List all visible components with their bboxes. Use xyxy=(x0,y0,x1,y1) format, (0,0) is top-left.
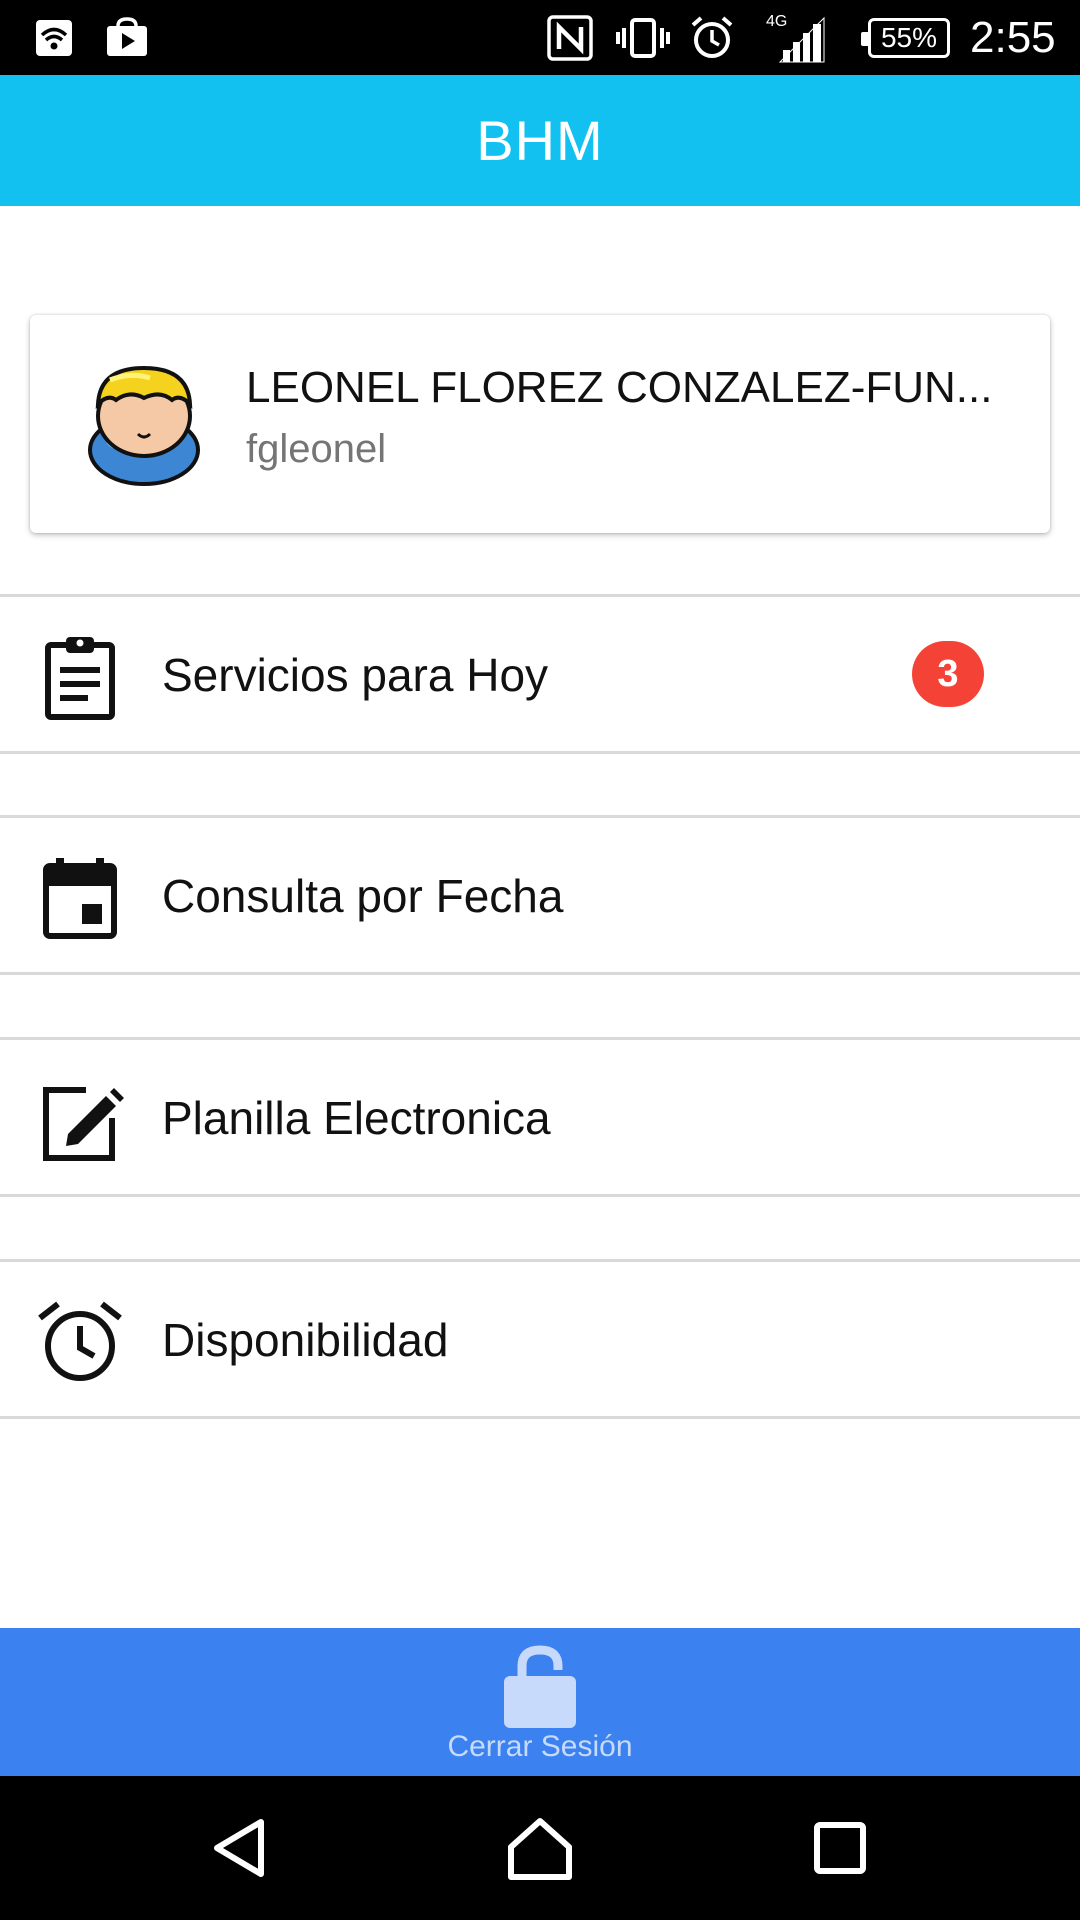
avatar xyxy=(80,360,208,488)
profile-card[interactable]: LEONEL FLOREZ CONZALEZ-FUN... fgleonel xyxy=(30,315,1050,533)
unlock-icon xyxy=(500,1640,580,1730)
calendar-icon xyxy=(36,854,124,942)
count-badge: 3 xyxy=(912,641,984,707)
battery-level: 55% xyxy=(880,22,938,53)
menu-item-consulta-por-fecha[interactable]: Consulta por Fecha xyxy=(0,815,1080,975)
profile-name: LEONEL FLOREZ CONZALEZ-FUN... xyxy=(246,363,993,412)
battery-indicator: 55% xyxy=(861,18,950,58)
menu-item-label: Disponibilidad xyxy=(162,1314,449,1366)
cell-signal-icon: 4G xyxy=(764,10,830,66)
store-bag-icon xyxy=(102,10,152,66)
system-nav-bar xyxy=(0,1776,1080,1920)
alarm-clock-icon xyxy=(36,1298,124,1386)
clock-time: 2:55 xyxy=(970,13,1056,62)
app-title: BHM xyxy=(476,109,604,172)
menu-item-label: Consulta por Fecha xyxy=(162,870,564,922)
logout-label: Cerrar Sesión xyxy=(447,1730,633,1763)
home-icon[interactable] xyxy=(498,1806,582,1890)
vibrate-icon xyxy=(614,10,672,66)
profile-username: fgleonel xyxy=(246,427,387,471)
app-bar: BHM xyxy=(0,75,1080,206)
recents-icon[interactable] xyxy=(798,1806,882,1890)
wifi-notification-icon xyxy=(32,10,76,66)
menu-item-label: Planilla Electronica xyxy=(162,1092,551,1144)
alarm-status-icon xyxy=(688,10,736,66)
back-icon[interactable] xyxy=(199,1806,283,1890)
logout-button[interactable]: Cerrar Sesión xyxy=(0,1628,1080,1776)
menu-item-planilla-electronica[interactable]: Planilla Electronica xyxy=(0,1037,1080,1197)
menu-item-servicios-para-hoy[interactable]: Servicios para Hoy 3 xyxy=(0,594,1080,754)
network-type-label: 4G xyxy=(766,13,787,30)
status-bar: 4G 55% 2:55 xyxy=(0,0,1080,75)
menu-item-disponibilidad[interactable]: Disponibilidad xyxy=(0,1259,1080,1419)
menu-item-label: Servicios para Hoy xyxy=(162,649,549,701)
clipboard-icon xyxy=(36,633,124,721)
nfc-icon xyxy=(545,10,595,66)
edit-icon xyxy=(36,1076,124,1164)
